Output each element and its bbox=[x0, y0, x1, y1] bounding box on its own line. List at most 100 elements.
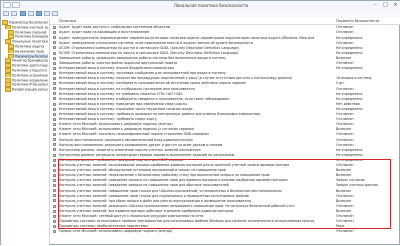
policy-icon bbox=[53, 102, 56, 106]
policy-name: Интерактивный вход в систему: количество… bbox=[59, 76, 293, 81]
policy-name: Интерактивный вход в систему: анализ без… bbox=[59, 66, 174, 71]
table-row[interactable]: Аудит: принудительно переопределяет пара… bbox=[50, 35, 400, 40]
table-row[interactable]: Консоль восстановления: разрешить автома… bbox=[50, 137, 400, 142]
policy-icon bbox=[53, 46, 56, 50]
policy-name: Интерактивный вход в систему: отображать… bbox=[59, 96, 230, 101]
policy-icon bbox=[53, 189, 56, 193]
policy-setting: 10 входов в систему bbox=[336, 76, 372, 81]
minimize-icon[interactable]: – bbox=[371, 2, 380, 8]
policy-icon bbox=[53, 158, 56, 162]
back-icon[interactable] bbox=[3, 11, 9, 16]
policy-name: Клиент сети Microsoft: использовать цифр… bbox=[59, 127, 195, 132]
maximize-icon[interactable]: □ bbox=[381, 2, 390, 8]
policy-icon bbox=[53, 117, 56, 121]
policy-name: Интерактивный вход в систему: не требова… bbox=[59, 91, 183, 96]
policy-icon bbox=[53, 97, 56, 101]
policy-icon bbox=[53, 122, 56, 126]
table-row[interactable]: Контроллер домена: запретить изменение п… bbox=[50, 147, 400, 152]
folder-icon bbox=[5, 87, 11, 92]
window-title: Локальная политика безопасности bbox=[173, 3, 249, 8]
table-row[interactable]: Интерактивный вход в систему: требовать … bbox=[50, 117, 400, 122]
column-setting[interactable]: Параметр безопасности bbox=[336, 19, 379, 23]
policy-setting: 5 дн. bbox=[336, 81, 345, 86]
table-row[interactable]: Консоль восстановления: разрешить копиро… bbox=[50, 142, 400, 147]
policy-icon bbox=[53, 148, 56, 152]
policy-name: Аудит: немедленное отключение системы, е… bbox=[59, 40, 253, 45]
column-header: Политика Параметр безопасности bbox=[50, 18, 400, 25]
policy-setting: Отключен bbox=[336, 229, 354, 234]
policy-icon bbox=[53, 82, 56, 86]
table-row[interactable]: Аудит: аудит прав на архивацию и восстан… bbox=[50, 30, 400, 35]
policy-setting: Не определено bbox=[336, 147, 363, 152]
policy-name: Интерактивный вход в систему: не отображ… bbox=[59, 86, 195, 91]
refresh-icon[interactable] bbox=[36, 11, 42, 16]
table-row[interactable]: Завершение работы: очистка файла подкачк… bbox=[50, 61, 400, 66]
policy-setting: Не определено bbox=[336, 50, 363, 55]
policy-icon bbox=[53, 36, 56, 40]
column-policy[interactable]: Политика bbox=[59, 19, 76, 23]
table-row[interactable]: DCOM: Ограничения компьютера на запуск в… bbox=[50, 51, 400, 56]
policy-icon bbox=[53, 138, 56, 142]
policy-setting: Отключен bbox=[336, 142, 354, 147]
policy-name: Клиент сети Microsoft: использовать цифр… bbox=[59, 122, 173, 127]
policy-setting: Не определено bbox=[336, 91, 363, 96]
table-row[interactable]: Интерактивный вход в систему: не требова… bbox=[50, 91, 400, 96]
table-row[interactable]: DCOM: Ограничения компьютера на доступ в… bbox=[50, 45, 400, 50]
table-row[interactable]: Клиент сети Microsoft: использовать цифр… bbox=[50, 122, 400, 127]
policy-setting: Не определено bbox=[336, 66, 363, 71]
policy-icon bbox=[53, 184, 56, 188]
quick-access-icon[interactable] bbox=[12, 2, 20, 8]
table-row[interactable]: Интерактивный вход в систему: пороговое … bbox=[50, 107, 400, 112]
policy-icon bbox=[53, 199, 56, 203]
policy-icon bbox=[53, 219, 56, 223]
table-row[interactable]: Интерактивный вход в систему: заголовок … bbox=[50, 71, 400, 76]
up-icon[interactable] bbox=[20, 11, 26, 16]
policy-icon bbox=[53, 107, 56, 111]
tree-item[interactable]: Конфигурация расширенной политики bbox=[5, 87, 48, 92]
policy-icon bbox=[53, 77, 56, 80]
export-icon[interactable] bbox=[44, 11, 50, 16]
window: Локальная политика безопасности – □ × Па… bbox=[0, 0, 400, 246]
close-icon[interactable]: × bbox=[391, 2, 400, 8]
table-row[interactable]: Интерактивный вход в систему: анализ без… bbox=[50, 66, 400, 71]
app-menu-icon[interactable] bbox=[3, 2, 11, 8]
policy-setting: Нет действия bbox=[336, 101, 360, 106]
table-row[interactable]: Интерактивный вход в систему: отображать… bbox=[50, 96, 400, 101]
policy-name: Интерактивный вход в систему: требовать … bbox=[59, 112, 261, 117]
policy-setting: Включен bbox=[336, 127, 352, 132]
policy-icon bbox=[53, 214, 56, 218]
policy-icon bbox=[53, 194, 56, 198]
table-row[interactable]: Аудит: аудит прав доступа к глобальным с… bbox=[50, 25, 400, 30]
table-row[interactable]: Завершение работы: разрешить завершение … bbox=[50, 56, 400, 61]
policy-icon bbox=[53, 87, 56, 91]
policy-name: Интерактивный вход в систему: требовать … bbox=[59, 117, 157, 122]
table-row[interactable]: Интерактивный вход в систему: количество… bbox=[50, 76, 400, 81]
policy-setting: Отключен bbox=[336, 86, 354, 91]
table-row[interactable]: Клиент сети Microsoft: использовать цифр… bbox=[50, 127, 400, 132]
help-icon[interactable] bbox=[52, 11, 58, 16]
policy-icon bbox=[53, 41, 56, 45]
policy-icon bbox=[53, 56, 56, 60]
policy-icon bbox=[53, 128, 56, 131]
table-row[interactable]: Аудит: немедленное отключение системы, е… bbox=[50, 40, 400, 45]
policy-icon bbox=[53, 173, 56, 177]
policy-name: Интерактивный вход в систему: пороговое … bbox=[59, 106, 193, 111]
policy-icon bbox=[53, 163, 56, 167]
table-row[interactable]: Интерактивный вход в систему: напоминать… bbox=[50, 81, 400, 86]
table-row[interactable]: Интерактивный вход в систему: требовать … bbox=[50, 112, 400, 117]
policy-icon bbox=[53, 224, 56, 228]
table-row[interactable]: Контроллер домена: разрешить операторам … bbox=[50, 153, 400, 158]
table-row[interactable]: Интерактивный вход в систему: поведение … bbox=[50, 102, 400, 107]
table-row[interactable]: Сервер сети Microsoft: использовать цифр… bbox=[50, 229, 400, 234]
forward-icon[interactable] bbox=[11, 11, 17, 16]
policy-setting: Отключен bbox=[336, 132, 354, 137]
table-row[interactable]: Интерактивный вход в систему: не отображ… bbox=[50, 86, 400, 91]
policy-setting: Отключен bbox=[336, 40, 354, 45]
properties-icon[interactable] bbox=[28, 11, 34, 16]
table-row[interactable]: Клиент сети Microsoft: посылать незашифр… bbox=[50, 132, 400, 137]
policy-name: Сервер сети Microsoft: использовать цифр… bbox=[59, 229, 173, 234]
highlight-box bbox=[58, 159, 391, 229]
policy-setting: Отключен bbox=[336, 112, 354, 117]
policy-setting: Отключен bbox=[336, 61, 354, 66]
policy-icon bbox=[53, 204, 56, 208]
